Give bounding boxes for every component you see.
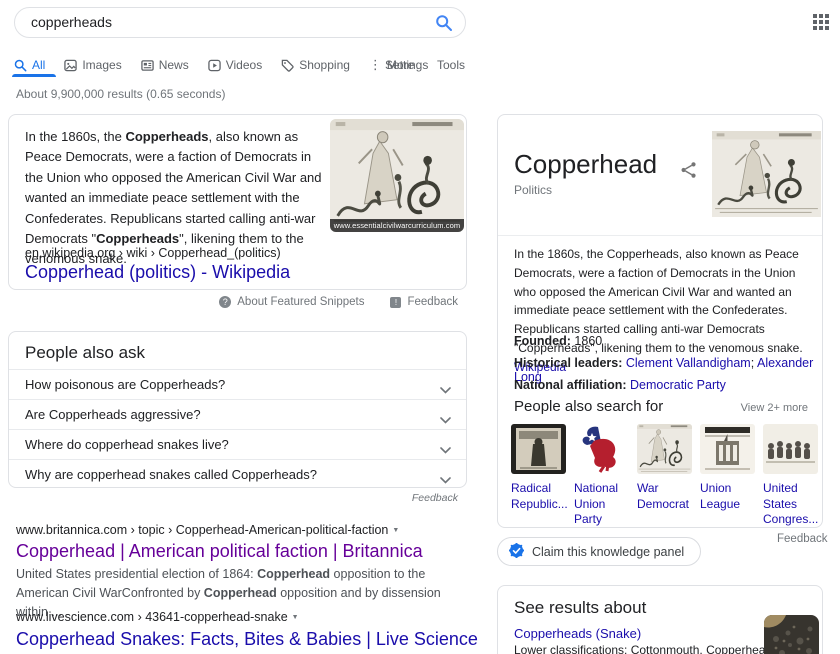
apps-grid-icon[interactable] <box>813 14 829 30</box>
featured-snippet-card: In the 1860s, the Copperheads, also know… <box>8 114 467 290</box>
chevron-down-icon <box>440 411 451 429</box>
paa-feedback-link[interactable]: Feedback <box>8 492 458 504</box>
copperheads-snake-link[interactable]: Copperheads (Snake) <box>514 626 641 641</box>
pasf-thumbnail-union-league[interactable] <box>700 424 755 474</box>
pasf-label[interactable]: Union League <box>700 481 762 512</box>
shopping-tag-icon <box>281 59 294 72</box>
settings-menu[interactable]: Settings <box>385 58 428 72</box>
search-tabs: All Images News Videos Shopping ⋮ More <box>14 53 414 77</box>
active-tab-underline <box>12 74 56 77</box>
tab-images[interactable]: Images <box>64 58 122 72</box>
knowledge-panel-image[interactable] <box>712 131 821 217</box>
tab-shopping[interactable]: Shopping <box>281 58 350 72</box>
result-options-caret[interactable]: ▼ <box>292 614 299 621</box>
knowledge-panel-title: Copperhead <box>514 149 658 179</box>
news-icon <box>140 59 154 72</box>
pasf-thumbnail-war-democrat[interactable] <box>637 424 692 474</box>
search-icon <box>14 59 27 72</box>
breadcrumb: www.britannica.com › topic › Copperhead-… <box>16 523 400 537</box>
image-source-caption: www.essentialcivilwarcurriculum.com <box>330 219 464 232</box>
fact-founded: Founded: 1860 <box>514 334 603 348</box>
claim-knowledge-panel-button[interactable]: Claim this knowledge panel <box>497 537 702 566</box>
chevron-down-icon <box>440 471 451 489</box>
see-results-about-header: See results about <box>514 598 647 617</box>
see-results-about-card: See results about Copperheads (Snake) Lo… <box>497 585 823 654</box>
kp-feedback-link[interactable]: Feedback <box>777 533 828 545</box>
breadcrumb: en.wikipedia.org › wiki › Copperhead_(po… <box>25 246 281 260</box>
pasf-thumbnail-united-states-congress[interactable] <box>763 424 818 474</box>
result-title-link[interactable]: Copperhead | American political faction … <box>16 541 423 562</box>
featured-snippet-image[interactable]: www.essentialcivilwarcurriculum.com <box>330 119 464 232</box>
featured-snippet-meta: ? About Featured Snippets ! Feedback <box>8 296 458 308</box>
paa-question-row[interactable]: Where do copperhead snakes live? <box>9 429 466 459</box>
paa-question-row[interactable]: Are Copperheads aggressive? <box>9 399 466 429</box>
leader-link[interactable]: Clement Vallandigham <box>626 356 751 370</box>
pasf-thumbnail-national-union-party[interactable] <box>574 424 629 474</box>
paa-question-row[interactable]: Why are copperhead snakes called Copperh… <box>9 459 466 489</box>
knowledge-panel: Copperhead Politics In the 1860s, the Co… <box>497 114 823 528</box>
view-more-link[interactable]: View 2+ more <box>741 402 808 414</box>
more-vertical-icon: ⋮ <box>368 57 382 72</box>
divider <box>498 235 822 236</box>
paa-question-row[interactable]: How poisonous are Copperheads? <box>9 369 466 399</box>
feedback-link[interactable]: ! Feedback <box>390 296 458 308</box>
video-play-icon <box>207 59 221 72</box>
breadcrumb: www.livescience.com › 43641-copperhead-s… <box>16 610 299 624</box>
knowledge-panel-subtitle: Politics <box>514 183 553 197</box>
chevron-down-icon <box>440 381 451 399</box>
fact-national-affiliation: National affiliation: Democratic Party <box>514 378 726 392</box>
search-icon[interactable] <box>435 14 453 32</box>
tab-all[interactable]: All <box>14 58 45 72</box>
feedback-icon: ! <box>390 296 402 308</box>
search-input[interactable]: copperheads <box>31 8 112 37</box>
pasf-label[interactable]: Radical Republic... <box>511 481 573 512</box>
result-stats: About 9,900,000 results (0.65 seconds) <box>16 87 226 101</box>
people-also-ask-card: People also ask How poisonous are Copper… <box>8 331 467 488</box>
share-icon[interactable] <box>680 161 698 179</box>
result-options-caret[interactable]: ▼ <box>392 527 399 534</box>
question-circle-icon: ? <box>219 296 232 308</box>
about-featured-snippets-link[interactable]: ? About Featured Snippets <box>219 296 364 308</box>
lower-classifications-text: Lower classifications: Cottonmouth, Copp… <box>514 643 773 654</box>
result-title-link[interactable]: Copperhead (politics) - Wikipedia <box>25 262 290 283</box>
people-also-search-for-header: People also search for <box>514 398 664 415</box>
pasf-label[interactable]: National Union Party <box>574 481 636 528</box>
people-also-ask-header: People also ask <box>25 343 146 362</box>
verified-badge-icon <box>508 542 525 561</box>
pasf-thumbnail-radical-republicans[interactable] <box>511 424 566 474</box>
tools-menu[interactable]: Tools <box>437 58 465 72</box>
result-title-link[interactable]: Copperhead Snakes: Facts, Bites & Babies… <box>16 629 478 650</box>
image-icon <box>64 59 78 72</box>
google-serp-page: copperheads All Images News Videos Shopp… <box>0 0 840 654</box>
chevron-down-icon <box>440 441 451 459</box>
affiliation-link[interactable]: Democratic Party <box>630 378 726 392</box>
search-bar[interactable]: copperheads <box>14 7 466 38</box>
tab-news[interactable]: News <box>140 58 189 72</box>
snake-thumbnail[interactable] <box>764 615 819 654</box>
tab-videos[interactable]: Videos <box>207 58 262 72</box>
pasf-label[interactable]: United States Congres... <box>763 481 825 528</box>
pasf-label[interactable]: War Democrat <box>637 481 699 512</box>
